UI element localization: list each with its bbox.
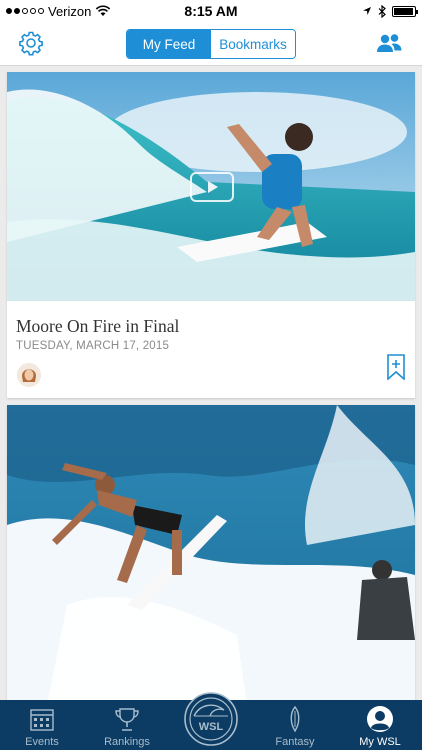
tab-rankings[interactable]: Rankings [100,700,154,750]
gear-icon[interactable] [18,30,44,56]
profile-icon [367,706,393,732]
bookmarks-tab[interactable]: Bookmarks [211,30,295,58]
tab-label: My WSL [359,736,401,748]
tab-fantasy[interactable]: Fantasy [268,700,322,750]
tab-my-wsl[interactable]: My WSL [352,700,408,750]
article-date: TUESDAY, MARCH 17, 2015 [16,340,170,352]
battery-icon [392,5,418,17]
wifi-icon [96,5,111,16]
my-feed-tab[interactable]: My Feed [127,30,211,58]
tab-label: Events [25,736,59,748]
author-avatar [17,363,41,387]
tab-label: Fantasy [275,736,315,748]
article-title[interactable]: Moore On Fire in Final [16,316,179,337]
location-arrow-icon [363,7,371,15]
tab-events[interactable]: Events [16,700,68,750]
signal-strength [6,8,44,14]
people-icon[interactable] [374,31,404,55]
wsl-logo-icon[interactable]: WSL [184,692,238,746]
news-card[interactable] [7,405,415,705]
status-right [362,4,418,18]
bluetooth-icon [378,4,386,18]
surfboard-icon [290,705,300,733]
wsl-logo-text: WSL [199,721,224,733]
tab-label: Rankings [104,736,150,748]
status-bar: Verizon 8:15 AM [0,0,422,22]
surf-photo[interactable] [7,405,415,705]
feed-segmented-control: My Feed Bookmarks [126,29,296,59]
status-left: Verizon [6,4,111,19]
calendar-icon [30,709,54,731]
bookmark-add-icon[interactable] [387,354,405,380]
play-video-button[interactable] [190,172,234,202]
carrier-name: Verizon [48,3,92,19]
news-card[interactable]: Moore On Fire in Final TUESDAY, MARCH 17… [7,72,415,398]
top-navigation-bar: My Feed Bookmarks [0,22,422,66]
play-icon [208,181,218,193]
trophy-icon [115,708,139,731]
